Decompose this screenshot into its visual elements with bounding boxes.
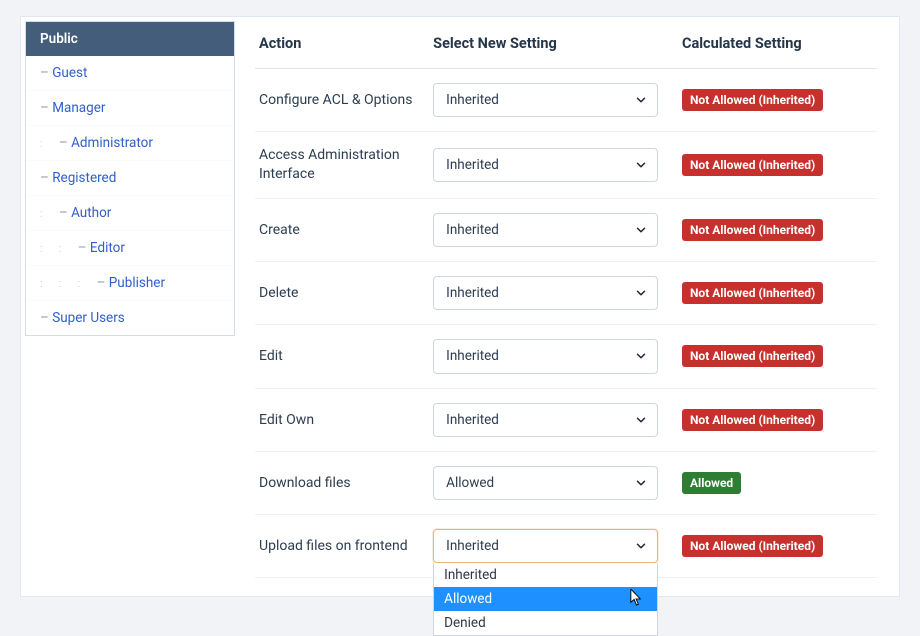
select-display[interactable]: Inherited [433,529,658,563]
permission-row: EditInherited Not Allowed (Inherited) [255,325,877,388]
sidebar-item[interactable]: – Manager [26,91,234,126]
permission-select-cell: Inherited [429,198,678,261]
permission-row: Download filesAllowedAllowed [255,451,877,514]
main-layout: Public – Guest– Manager: – Administrator… [20,16,900,597]
permission-select-cell: Inherited [429,325,678,388]
permission-calculated-cell: Not Allowed (Inherited) [678,262,877,325]
sidebar-item-label: Super Users [52,310,125,326]
calculated-badge: Not Allowed (Inherited) [682,282,823,304]
permission-select[interactable]: Inherited [433,148,658,182]
permission-calculated-cell: Not Allowed (Inherited) [678,325,877,388]
permission-select-cell: Inherited [429,262,678,325]
select-option[interactable]: Allowed [434,587,657,611]
select-display[interactable]: Inherited [433,403,658,437]
sidebar-item-label: Editor [90,240,125,256]
select-display[interactable]: Inherited [433,339,658,373]
sidebar-item[interactable]: – Guest [26,56,234,91]
select-display[interactable]: Inherited [433,148,658,182]
permissions-table: Action Select New Setting Calculated Set… [255,25,877,578]
permission-action-label: Edit [255,325,429,388]
permission-select[interactable]: Inherited [433,276,658,310]
sidebar-item[interactable]: – Super Users [26,301,234,335]
permission-row: Edit OwnInherited Not Allowed (Inherited) [255,388,877,451]
permission-calculated-cell: Not Allowed (Inherited) [678,514,877,577]
permission-select[interactable]: Allowed [433,466,658,500]
select-option[interactable]: Inherited [434,563,657,587]
sidebar: Public – Guest– Manager: – Administrator… [25,21,235,336]
calculated-badge: Allowed [682,472,741,494]
sidebar-item-label: Administrator [71,135,153,151]
permission-action-label: Download files [255,451,429,514]
select-option[interactable]: Denied [434,611,657,635]
permission-row: Upload files on frontendInheritedInherit… [255,514,877,577]
permission-select-cell: Inherited [429,388,678,451]
permission-select[interactable]: Inherited [433,83,658,117]
sidebar-item[interactable]: : : – Editor [26,231,234,266]
permission-action-label: Upload files on frontend [255,514,429,577]
permission-row: DeleteInherited Not Allowed (Inherited) [255,262,877,325]
sidebar-item[interactable]: – Registered [26,161,234,196]
permission-action-label: Access Administration Interface [255,132,429,199]
sidebar-item-label: Author [71,205,111,221]
calculated-badge: Not Allowed (Inherited) [682,535,823,557]
sidebar-item-label: Guest [52,65,87,81]
select-display[interactable]: Allowed [433,466,658,500]
column-header-calc: Calculated Setting [678,25,877,69]
permission-action-label: Configure ACL & Options [255,69,429,132]
permission-calculated-cell: Not Allowed (Inherited) [678,69,877,132]
permission-row: Configure ACL & OptionsInherited Not Allo… [255,69,877,132]
column-header-action: Action [255,25,429,69]
sidebar-item-label: Registered [52,170,116,186]
permission-select-cell: Inherited [429,69,678,132]
permission-calculated-cell: Allowed [678,451,877,514]
select-display[interactable]: Inherited [433,276,658,310]
sidebar-active-group[interactable]: Public [26,22,234,56]
permission-select[interactable]: Inherited [433,213,658,247]
sidebar-item[interactable]: : : : – Publisher [26,266,234,301]
permission-select[interactable]: Inherited [433,403,658,437]
calculated-badge: Not Allowed (Inherited) [682,219,823,241]
sidebar-item[interactable]: : – Author [26,196,234,231]
sidebar-item[interactable]: : – Administrator [26,126,234,161]
select-dropdown: InheritedAllowedDenied [433,563,658,636]
column-header-select: Select New Setting [429,25,678,69]
permission-select-cell: Inherited [429,132,678,199]
calculated-badge: Not Allowed (Inherited) [682,89,823,111]
permission-calculated-cell: Not Allowed (Inherited) [678,388,877,451]
permission-calculated-cell: Not Allowed (Inherited) [678,132,877,199]
permission-select-cell: InheritedInheritedAllowedDenied [429,514,678,577]
select-display[interactable]: Inherited [433,83,658,117]
permission-select-cell: Allowed [429,451,678,514]
permission-calculated-cell: Not Allowed (Inherited) [678,198,877,261]
sidebar-item-label: Publisher [109,275,165,291]
calculated-badge: Not Allowed (Inherited) [682,409,823,431]
permission-select[interactable]: Inherited [433,339,658,373]
permissions-panel: Action Select New Setting Calculated Set… [255,21,895,578]
calculated-badge: Not Allowed (Inherited) [682,345,823,367]
permission-row: CreateInherited Not Allowed (Inherited) [255,198,877,261]
sidebar-item-label: Manager [52,100,105,116]
permission-select[interactable]: InheritedInheritedAllowedDenied [433,529,658,563]
permission-action-label: Edit Own [255,388,429,451]
calculated-badge: Not Allowed (Inherited) [682,154,823,176]
cursor-icon [630,589,643,606]
permission-action-label: Delete [255,262,429,325]
select-display[interactable]: Inherited [433,213,658,247]
permission-row: Access Administration InterfaceInherited… [255,132,877,199]
permission-action-label: Create [255,198,429,261]
